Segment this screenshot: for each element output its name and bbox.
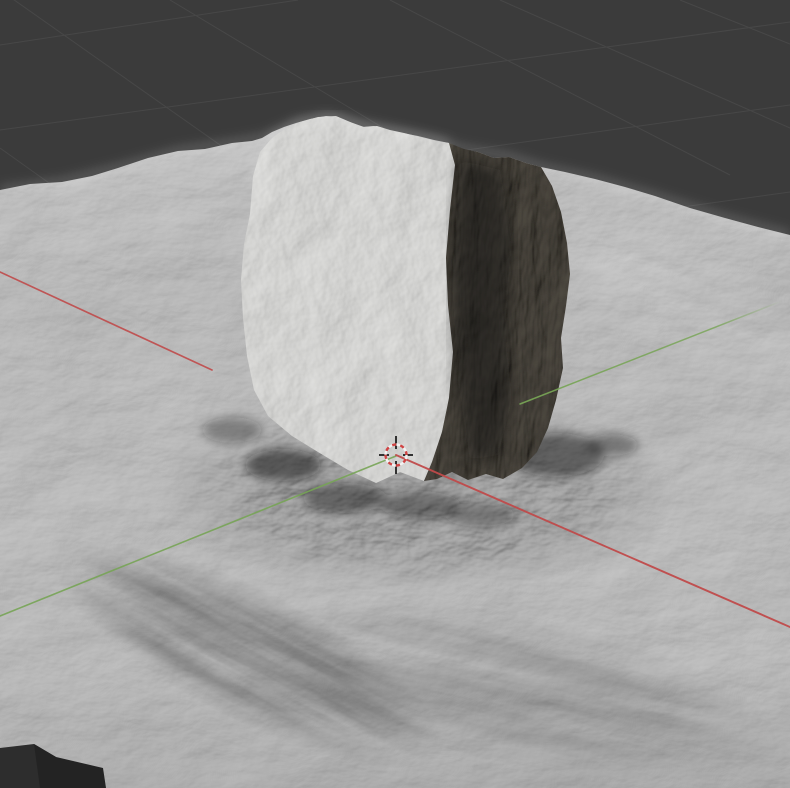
viewport-canvas[interactable]	[0, 0, 790, 788]
rock-monolith[interactable]	[241, 112, 570, 483]
terrain-mesh[interactable]	[0, 111, 790, 788]
3d-viewport[interactable]	[0, 0, 790, 788]
